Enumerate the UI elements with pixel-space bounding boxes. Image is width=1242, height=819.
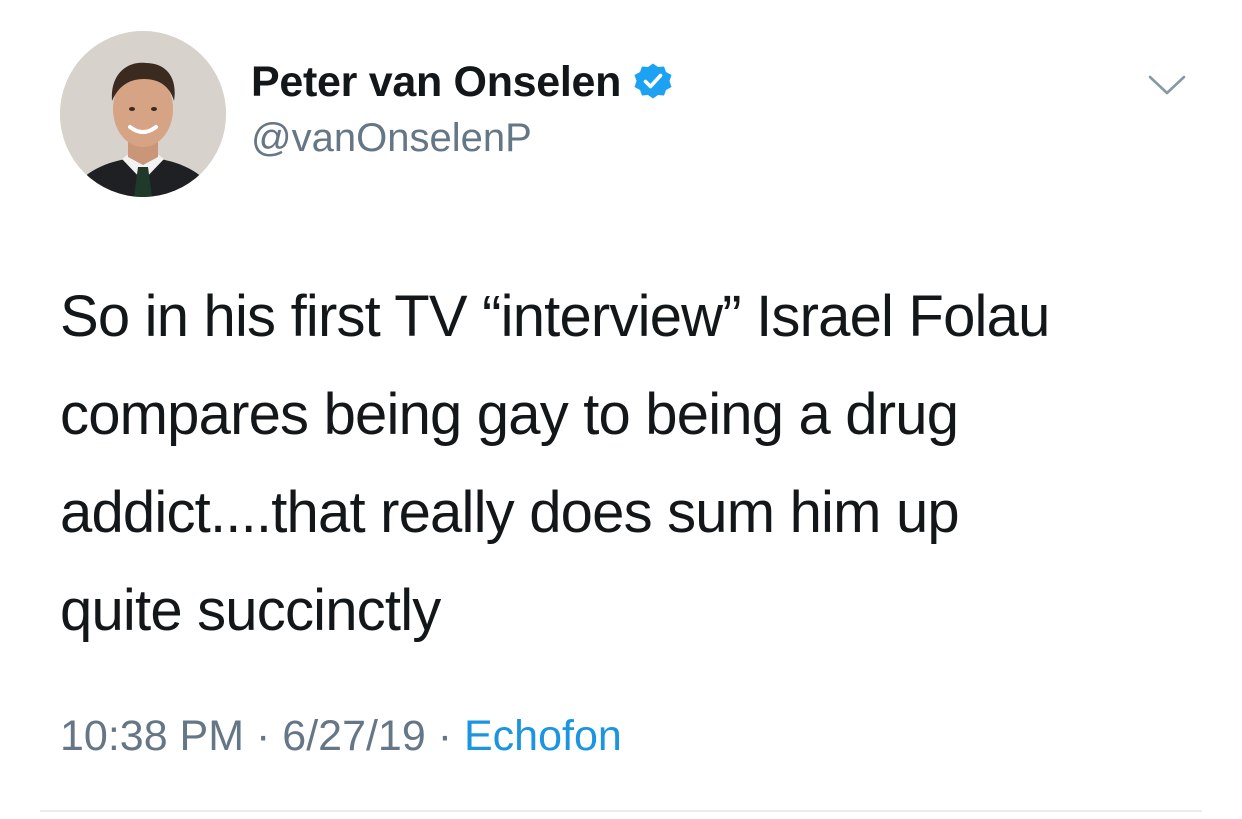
tweet-time[interactable]: 10:38 PM	[60, 712, 244, 760]
chevron-down-icon[interactable]	[1147, 73, 1187, 97]
tweet-source-link[interactable]: Echofon	[464, 712, 622, 760]
author-name-row[interactable]: Peter van Onselen	[251, 56, 673, 108]
display-name[interactable]: Peter van Onselen	[251, 58, 621, 107]
tweet-text-line: addict....that really does sum him up	[60, 480, 960, 545]
divider	[40, 810, 1202, 812]
tweet-card: Peter van Onselen @vanOnselenP So in his…	[0, 0, 1242, 819]
tweet-text: So in his first TV “interview” Israel Fo…	[60, 268, 1190, 660]
meta-separator: ·	[437, 712, 453, 760]
tweet-meta: 10:38 PM · 6/27/19 · Echofon	[60, 712, 622, 761]
avatar[interactable]	[60, 31, 226, 197]
tweet-text-line: compares being gay to being a drug	[60, 382, 959, 447]
tweet-date[interactable]: 6/27/19	[282, 712, 425, 760]
avatar-photo	[60, 31, 226, 197]
tweet-text-line: quite succinctly	[60, 578, 441, 643]
meta-separator: ·	[256, 712, 271, 760]
tweet-text-line: So in his first TV “interview” Israel Fo…	[60, 284, 1050, 349]
verified-badge-icon	[633, 62, 673, 102]
author-handle[interactable]: @vanOnselenP	[251, 116, 532, 161]
